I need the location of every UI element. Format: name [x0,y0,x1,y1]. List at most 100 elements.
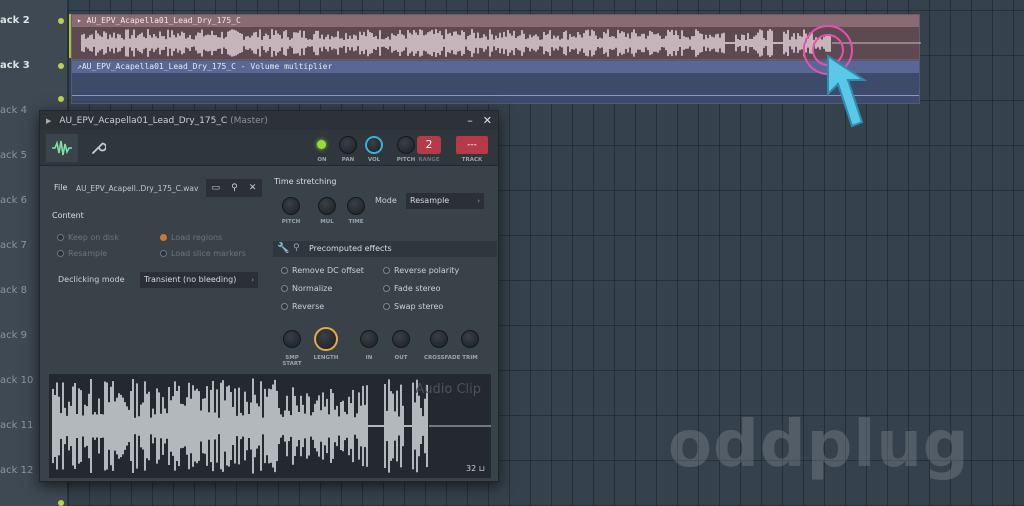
resample-label: Resample [68,249,108,258]
waveform-icon [52,140,72,156]
folder-icon[interactable]: ▭ [212,183,221,193]
crossfade-label: CROSSFADE [424,355,461,361]
file-label: File [54,183,68,192]
track-active-dot[interactable] [58,63,64,69]
length-label: LENGTH [313,355,339,361]
fade-stereo-check[interactable] [383,285,390,292]
time-stretching-heading: Time stretching [274,177,337,186]
track-active-dot[interactable] [58,500,64,506]
window-menu-arrow-icon[interactable]: ▶ [46,117,51,125]
window-toolbar: ON PAN VOL PITCH 2 RANGE --- TRACK [40,130,498,166]
zoom-value[interactable]: 32 ⊔ [466,464,485,473]
audio-clip-waveform [81,29,921,57]
window-titlebar[interactable]: ▶ AU_EPV_Acapella01_Lead_Dry_175_C (Mast… [40,111,498,130]
swap-stereo-check[interactable] [383,303,390,310]
fade-stereo-label: Fade stereo [394,284,441,293]
reverse-polarity-label: Reverse polarity [394,266,460,275]
track-label-2[interactable]: ack 2 [0,15,50,26]
out-knob[interactable] [392,330,410,348]
precomputed-header: 🔧 ⚲ Precomputed effects [273,241,497,257]
clip-start-marker[interactable] [69,14,71,58]
load-regions-radio[interactable] [160,234,167,241]
chevron-right-icon: › [251,276,254,284]
stretch-mul-label: MUL [320,219,334,225]
out-label: OUT [394,355,408,361]
automation-clip-title: ↗AU_EPV_Acapella01_Lead_Dry_175_C - Volu… [72,61,919,73]
automation-clip[interactable]: ↗AU_EPV_Acapella01_Lead_Dry_175_C - Volu… [71,60,920,104]
close-button[interactable]: ✕ [483,114,492,127]
channel-on-led[interactable] [317,140,326,149]
smp-start-knob[interactable] [283,330,301,348]
audio-clip[interactable]: ▸ AU_EPV_Acapella01_Lead_Dry_175_C [71,14,921,60]
load-slice-markers-label: Load slice markers [171,249,246,258]
precomputed-heading: Precomputed effects [309,244,392,253]
stretch-mul-knob[interactable] [318,197,336,215]
vol-label: VOL [367,157,381,163]
remove-file-icon[interactable]: ✕ [249,183,257,193]
mixer-track-box[interactable]: --- [456,136,488,154]
chevron-right-icon: › [477,197,480,205]
declicking-value: Transient (no bleeding) [144,275,237,284]
stretch-pitch-knob[interactable] [282,197,300,215]
file-actions: ▭ ⚲ ✕ [206,179,262,197]
volume-knob[interactable] [365,136,383,154]
zoom-number: 32 [466,464,477,473]
mode-value: Resample [410,196,450,205]
normalize-check[interactable] [281,285,288,292]
stretch-time-label: TIME [348,219,364,225]
in-label: IN [365,355,373,361]
resample-radio[interactable] [57,250,64,257]
cursor-arrow-icon [827,54,868,128]
file-name[interactable]: AU_EPV_Acapell..Dry_175_C.wav [76,184,198,193]
audio-clip-watermark: Audio Clip [415,382,481,397]
load-slice-markers-radio[interactable] [160,250,167,257]
wrench-icon [92,142,106,154]
stretch-time-knob[interactable] [347,197,365,215]
tab-settings[interactable] [82,134,114,162]
oddplug-watermark: oddplug [668,408,970,482]
file-panel: File AU_EPV_Acapell..Dry_175_C.wav ▭ ⚲ ✕… [40,166,268,374]
in-knob[interactable] [360,330,378,348]
remove-dc-check[interactable] [281,267,288,274]
minimize-button[interactable]: – [467,114,473,127]
smp-start-label: SMP START [282,355,302,367]
stretch-pitch-label: PITCH [281,219,301,225]
mic-icon[interactable]: ⚲ [293,243,300,253]
declicking-label: Declicking mode [58,275,125,284]
automation-line [72,95,919,96]
channel-settings-window[interactable]: ▶ AU_EPV_Acapella01_Lead_Dry_175_C (Mast… [39,110,499,482]
reverse-label: Reverse [292,302,325,311]
remove-dc-label: Remove DC offset [292,266,364,275]
length-knob[interactable] [314,327,338,351]
swap-stereo-label: Swap stereo [394,302,444,311]
track-active-dot[interactable] [58,18,64,24]
sample-waveform-view[interactable]: Audio Clip 32 ⊔ [49,374,491,478]
window-title-sub: (Master) [230,115,268,126]
trim-knob[interactable] [461,330,479,348]
keep-on-disk-radio[interactable] [57,234,64,241]
track-active-dot[interactable] [58,96,64,102]
tab-waveform[interactable] [46,134,78,162]
automation-clip-title-text: AU_EPV_Acapella01_Lead_Dry_175_C - Volum… [81,62,333,71]
audio-clip-title: ▸ AU_EPV_Acapella01_Lead_Dry_175_C [72,15,919,27]
declicking-select[interactable]: Transient (no bleeding) › [140,272,258,288]
normalize-label: Normalize [292,284,333,293]
mode-select[interactable]: Resample › [406,193,484,209]
pin-icon[interactable]: ⚲ [231,183,238,193]
reverse-check[interactable] [281,303,288,310]
range-label: RANGE [418,157,440,163]
audio-clip-title-text: AU_EPV_Acapella01_Lead_Dry_175_C [86,16,241,25]
loop-icon: ⊔ [478,464,485,473]
pitch-knob[interactable] [397,136,415,154]
pan-knob[interactable] [339,136,357,154]
content-heading: Content [52,211,84,220]
reverse-polarity-check[interactable] [383,267,390,274]
keep-on-disk-label: Keep on disk [68,233,119,242]
pitch-range-box[interactable]: 2 [417,136,441,154]
track-label: TRACK [461,157,483,163]
trim-label: TRIM [462,355,478,361]
crossfade-knob[interactable] [430,330,448,348]
wrench-orange-icon[interactable]: 🔧 [277,243,289,254]
track-label-3[interactable]: ack 3 [0,60,50,71]
mode-label: Mode [375,196,397,205]
